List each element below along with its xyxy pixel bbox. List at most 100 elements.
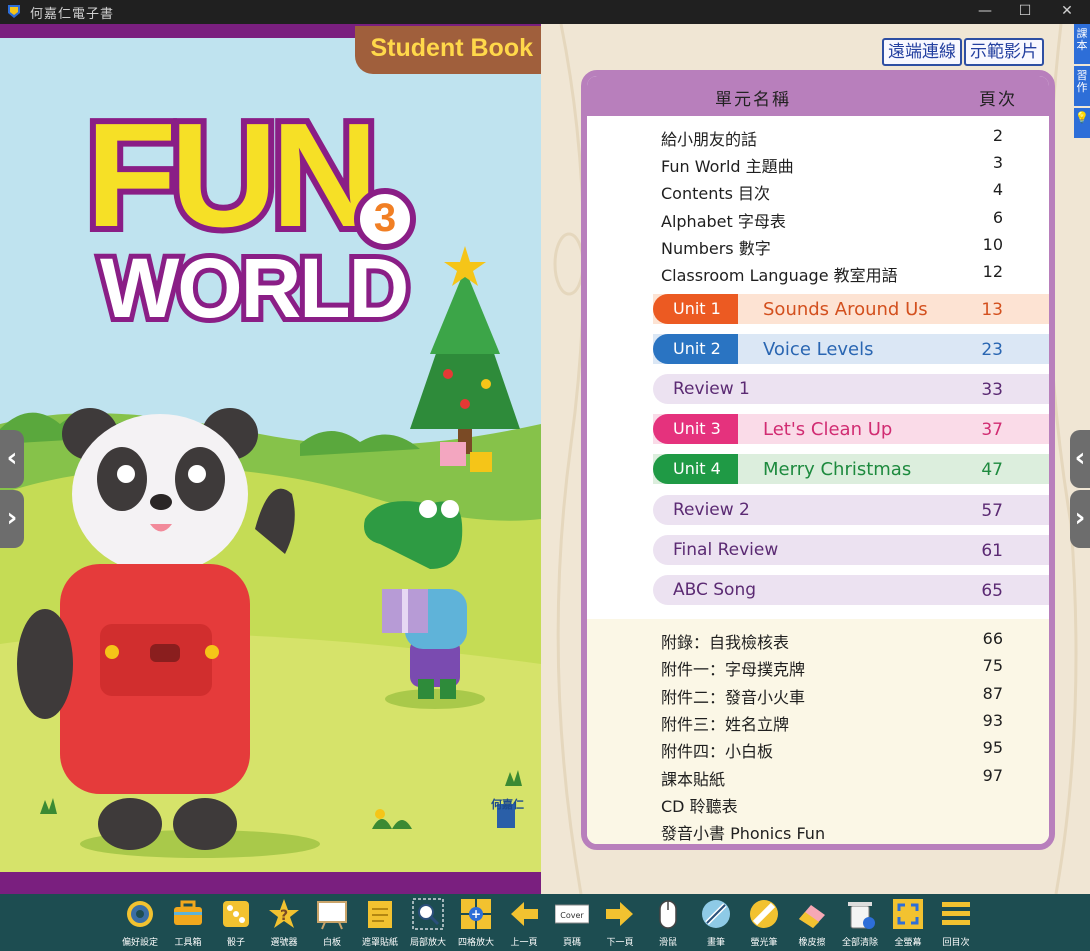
toolbar-label: 局部放大 <box>409 938 446 948</box>
toolbox-icon <box>174 900 202 925</box>
close-button[interactable]: ✕ <box>1047 0 1087 24</box>
trash-icon <box>848 902 875 929</box>
svg-text:?: ? <box>280 908 288 924</box>
appendix-row[interactable]: 課本貼紙 97 <box>587 762 1049 789</box>
toolbar-contents-list-button[interactable]: 回目次 <box>934 896 978 951</box>
appendix-row[interactable]: 發音小書 Phonics Fun <box>587 816 1049 843</box>
unit-title: Merry Christmas <box>763 459 912 481</box>
contents-list-icon <box>942 902 970 925</box>
review-page: 61 <box>981 540 1003 561</box>
minimize-button[interactable]: — <box>965 0 1005 24</box>
appendix-row-label: 附件一：字母撲克牌 <box>661 660 806 680</box>
highlighter-icon <box>750 900 778 928</box>
textbook-side-tab[interactable]: 課本 <box>1074 24 1090 64</box>
sticky-note-icon <box>368 901 392 928</box>
review-row[interactable]: ABC Song 65 <box>653 574 1049 605</box>
toc-row[interactable]: Numbers 數字 10 <box>587 231 1049 258</box>
toolbar-arrow-left-button[interactable]: 上一頁 <box>502 896 546 951</box>
student-book-badge: Student Book <box>355 26 541 74</box>
toc-header-page: 頁次 <box>979 90 1017 110</box>
unit-row[interactable]: Unit 3 Let's Clean Up 37 <box>653 414 1049 445</box>
toolbar-eraser-button[interactable]: 橡皮擦 <box>790 896 834 951</box>
toolbar-highlighter-button[interactable]: 螢光筆 <box>742 896 786 951</box>
cover-page[interactable]: Student Book FUN WORLD 3 何嘉仁 ‹ › <box>0 24 541 894</box>
unit-row[interactable]: Unit 1 Sounds Around Us 13 <box>653 294 1049 324</box>
unit-row[interactable]: Unit 2 Voice Levels 23 <box>653 334 1049 365</box>
review-row[interactable]: Review 2 57 <box>653 494 1049 525</box>
mouse-icon <box>659 900 677 929</box>
remote-connection-button[interactable]: 遠端連線 <box>882 38 962 66</box>
toc-row[interactable]: Classroom Language 教室用語 12 <box>587 258 1049 285</box>
next-page-arrow[interactable]: › <box>1070 490 1090 548</box>
unit-title: Let's Clean Up <box>763 419 893 441</box>
toolbar-label: 工具箱 <box>174 938 202 948</box>
appendix-row-page: 75 <box>982 656 1003 676</box>
appendix-row[interactable]: 附件一：字母撲克牌 75 <box>587 652 1049 679</box>
toolbar-trash-button[interactable]: 全部清除 <box>838 896 882 951</box>
appendix-row-page: 97 <box>982 765 1003 785</box>
toc-row[interactable]: Fun World 主題曲 3 <box>587 149 1049 176</box>
toolbar-label: 選號器 <box>270 938 298 948</box>
toolbar-gear-button[interactable]: 偏好設定 <box>118 896 162 951</box>
maximize-button[interactable]: ☐ <box>1005 0 1045 24</box>
worksheet-side-tab[interactable]: 習作 <box>1074 66 1090 106</box>
publisher-name: 何嘉仁 <box>491 798 524 811</box>
toc-header-name: 單元名稱 <box>715 90 791 110</box>
contents-page[interactable]: 遠端連線 示範影片 課本 習作 💡 單元名稱 頁次 給小朋友的話 2 Fun Wor… <box>541 24 1090 894</box>
toolbar-fullscreen-button[interactable]: 全螢幕 <box>886 896 930 951</box>
appendix-row-page: 87 <box>982 683 1003 703</box>
toolbar-label: 螢光筆 <box>750 938 778 948</box>
prev-page-arrow[interactable]: ‹ <box>0 430 24 488</box>
review-row[interactable]: Final Review 61 <box>653 534 1049 565</box>
toolbar-label: 畫筆 <box>706 938 725 948</box>
toolbar-four-grid-zoom-button[interactable]: + 四格放大 <box>454 896 498 951</box>
toolbar-pen-button[interactable]: 畫筆 <box>694 896 738 951</box>
toolbar-magnifier-button[interactable]: 局部放大 <box>406 896 450 951</box>
toc-row-page: 3 <box>992 153 1003 173</box>
appendix-row[interactable]: 附件四：小白板 95 <box>587 734 1049 761</box>
toolbar-dice-button[interactable]: 骰子 <box>214 896 258 951</box>
appendix-row[interactable]: CD 聆聽表 <box>587 789 1049 816</box>
appendix-row-label: 附件三：姓名立牌 <box>661 714 790 734</box>
prev-page-arrow-right[interactable]: ‹ <box>1070 430 1090 488</box>
toc-row[interactable]: Contents 目次 4 <box>587 176 1049 203</box>
fullscreen-icon <box>893 899 923 929</box>
toolbar-question-star-button[interactable]: ? 選號器 <box>262 896 306 951</box>
appendix-row[interactable]: 附件二：發音小火車 87 <box>587 680 1049 707</box>
toolbar-sticky-note-button[interactable]: 遮罩貼紙 <box>358 896 402 951</box>
review-row[interactable]: Review 1 33 <box>653 374 1049 405</box>
toc-row-page: 2 <box>992 126 1003 145</box>
appendix-row[interactable]: 附錄：自我檢核表 66 <box>587 625 1049 652</box>
appendix-row-label: 附錄：自我檢核表 <box>661 633 790 652</box>
toolbar-whiteboard-button[interactable]: 白板 <box>310 896 354 951</box>
demo-video-button[interactable]: 示範影片 <box>964 38 1044 66</box>
toolbar-label: 四格放大 <box>457 938 494 948</box>
appendix-row-page: 95 <box>982 738 1003 758</box>
unit-page: 37 <box>981 420 1003 441</box>
level-number: 3 <box>354 188 416 250</box>
unit-pill: Unit 2 <box>653 334 738 365</box>
unit-row[interactable]: Unit 4 Merry Christmas 47 <box>653 454 1049 485</box>
toc-row-label: Numbers 數字 <box>661 238 771 258</box>
toolbar-page-number-button[interactable]: Cover 頁碼 <box>550 896 594 951</box>
toolbar-label: 全螢幕 <box>894 938 922 948</box>
tips-side-tab[interactable]: 💡 <box>1074 108 1090 138</box>
toc-row-page: 10 <box>982 234 1003 254</box>
logo-world: WORLD <box>95 241 414 335</box>
arrow-right-icon <box>606 902 633 926</box>
toc-row-label: Alphabet 字母表 <box>661 211 786 231</box>
toolbar-label: 頁碼 <box>562 938 581 948</box>
appendix-row[interactable]: 附件三：姓名立牌 93 <box>587 707 1049 734</box>
appendix-row-label: 附件四：小白板 <box>661 742 774 762</box>
next-page-arrow-left[interactable]: › <box>0 490 24 548</box>
toolbar-mouse-button[interactable]: 滑鼠 <box>646 896 690 951</box>
toc-row[interactable]: 給小朋友的話 2 <box>587 122 1049 149</box>
toolbar-label: 遮罩貼紙 <box>361 938 398 948</box>
toolbar-label: 滑鼠 <box>658 938 677 948</box>
page-number-icon: Cover <box>555 904 589 924</box>
toc-row[interactable]: Alphabet 字母表 6 <box>587 204 1049 231</box>
appendix-row-page: 93 <box>982 710 1003 730</box>
toolbar-arrow-right-button[interactable]: 下一頁 <box>598 896 642 951</box>
toolbar-toolbox-button[interactable]: 工具箱 <box>166 896 210 951</box>
toc-header: 單元名稱 頁次 <box>587 76 1049 116</box>
